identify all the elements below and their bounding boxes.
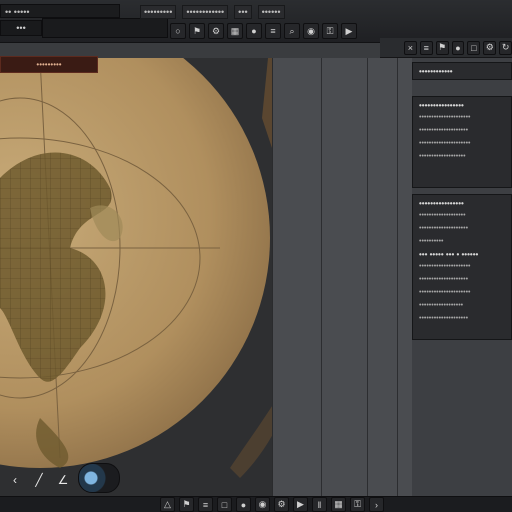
flag-icon[interactable]: ⚑ (189, 23, 205, 39)
layers-icon[interactable]: ≡ (419, 40, 433, 55)
gear-icon[interactable]: ⚙ (274, 497, 289, 512)
mode-box[interactable]: ••• (0, 20, 42, 36)
panel-toolbar: × ≡ ⚑ ● □ ⚙ ↻ (380, 38, 512, 58)
search-icon[interactable]: ⌕ (284, 23, 300, 39)
eye-icon[interactable]: ◉ (255, 497, 270, 512)
map-title-tab[interactable]: ••••••••• (0, 56, 98, 73)
flag-icon[interactable]: ⚑ (435, 40, 449, 55)
gear-icon[interactable]: ⚙ (208, 23, 224, 39)
info-card-2-line: •••••••••••••••••••• (419, 315, 469, 322)
side-header-title: •••••••••••• (419, 67, 453, 76)
globe-map (0, 8, 300, 478)
info-card-1-line: ••••••••••••••••••• (419, 153, 466, 160)
side-header: •••••••••••• (412, 62, 512, 80)
info-card-1-line: ••••••••••••••••••••• (419, 140, 471, 147)
slash-icon[interactable]: ╱ (32, 473, 46, 487)
square-icon[interactable]: □ (467, 40, 481, 55)
column-divider (321, 58, 322, 498)
info-card-1: •••••••••••••••• ••••••••••••••••••••• •… (412, 96, 512, 188)
chevron-right-icon[interactable]: › (369, 497, 384, 512)
column-divider (397, 58, 398, 498)
triangle-up-icon[interactable]: △ (160, 497, 175, 512)
info-card-2-line: •••••••••••••••••••• (419, 225, 469, 232)
info-card-2-line: •••••••••••••••••••• (419, 276, 469, 283)
refresh-icon[interactable]: ↻ (499, 40, 512, 55)
bar-icon[interactable]: ‖ (312, 497, 327, 512)
lock-icon[interactable]: ⚿ (322, 23, 338, 39)
pin-icon[interactable]: ● (451, 40, 465, 55)
window-title: •• ••••• (0, 4, 120, 18)
menu-item-2[interactable]: •••••••••••• (182, 5, 229, 19)
menu-item-3[interactable]: ••• (234, 5, 252, 19)
tool-row: ○ ⚑ ⚙ ▦ ● ≡ ⌕ ◉ ⚿ ▶ (170, 22, 410, 40)
menu-item-1[interactable]: ••••••••• (140, 5, 177, 19)
map-viewport[interactable] (0, 8, 300, 498)
info-card-2-line: •••••••••••••••••• (419, 302, 464, 309)
info-card-2-line: ••••••••••••••••••••• (419, 289, 471, 296)
info-card-1-line: •••••••••••••••••••• (419, 127, 469, 134)
address-field[interactable] (42, 18, 168, 38)
layers-icon[interactable]: ≡ (198, 497, 213, 512)
square-icon[interactable]: □ (217, 497, 232, 512)
play-icon[interactable]: ▶ (293, 497, 308, 512)
angle-icon[interactable]: ∠ (56, 473, 70, 487)
play-icon[interactable]: ▶ (341, 23, 357, 39)
grid-icon[interactable]: ▦ (227, 23, 243, 39)
info-card-2-title: •••••••••••••••• (419, 199, 464, 208)
chevron-left-icon[interactable]: ‹ (8, 473, 22, 487)
layers-icon[interactable]: ≡ (265, 23, 281, 39)
info-card-1-line: ••••••••••••••••••••• (419, 114, 471, 121)
info-card-2-subtitle: ••• ••••• ••• • •••••• (419, 250, 479, 259)
flag-icon[interactable]: ⚑ (179, 497, 194, 512)
info-card-2-line: ••••••••••••••••••• (419, 212, 466, 219)
panel-columns (272, 58, 413, 498)
close-icon[interactable]: × (404, 40, 417, 55)
lock-icon[interactable]: ⚿ (350, 497, 365, 512)
compass-icon[interactable] (78, 463, 120, 493)
bottom-toolbar: △ ⚑ ≡ □ ● ◉ ⚙ ▶ ‖ ▦ ⚿ › (0, 496, 512, 512)
pin-icon[interactable]: ● (236, 497, 251, 512)
info-card-2-line: ••••••••••••••••••••• (419, 263, 471, 270)
pin-icon[interactable]: ● (246, 23, 262, 39)
eye-icon[interactable]: ◉ (303, 23, 319, 39)
top-toolbar: •• ••••• ••• ••••••••• •••••••••••• ••• … (0, 0, 512, 43)
column-divider (367, 58, 368, 498)
top-menu: ••••••••• •••••••••••• ••• •••••• (140, 4, 428, 20)
menu-item-4[interactable]: •••••• (257, 5, 285, 19)
info-card-1-title: •••••••••••••••• (419, 101, 464, 110)
info-card-2: •••••••••••••••• ••••••••••••••••••• •••… (412, 194, 512, 340)
circle-icon[interactable]: ○ (170, 23, 186, 39)
info-card-2-line: •••••••••• (419, 238, 444, 245)
settings-icon[interactable]: ⚙ (483, 40, 497, 55)
grid-icon[interactable]: ▦ (331, 497, 346, 512)
